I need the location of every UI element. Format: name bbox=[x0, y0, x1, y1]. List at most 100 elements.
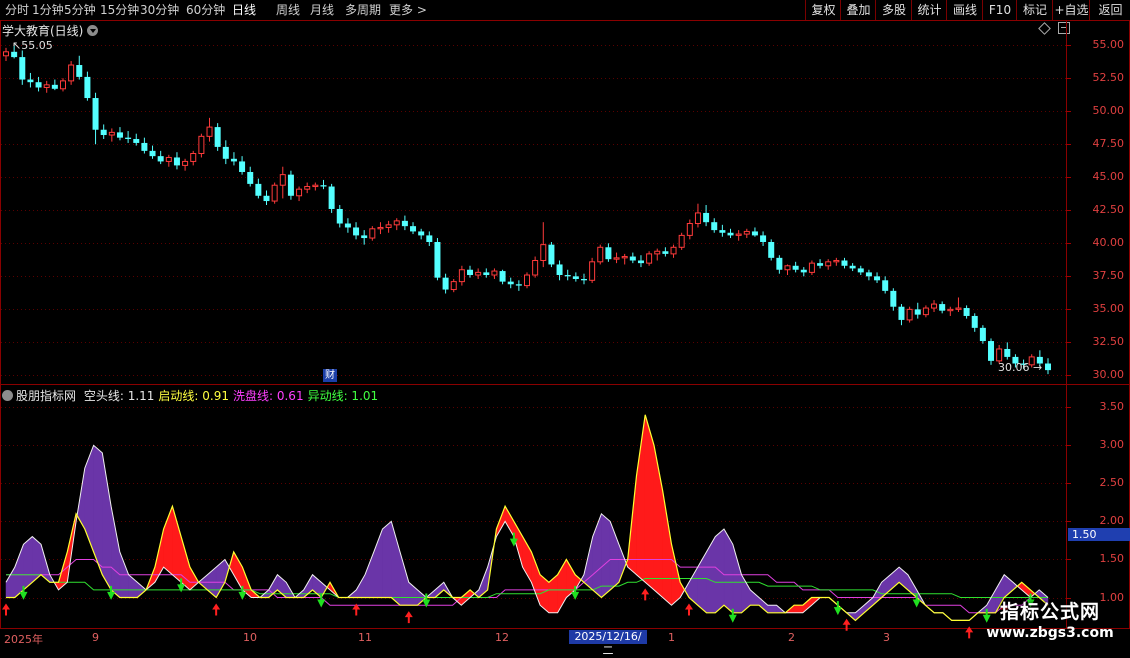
indicator-fill bbox=[40, 544, 51, 583]
period-tab-1[interactable]: 1分钟 bbox=[32, 0, 64, 20]
toolbar-button-8[interactable]: 返回 bbox=[1089, 0, 1130, 20]
candle-body-down bbox=[841, 260, 848, 266]
indicator-fill bbox=[474, 589, 480, 599]
collapse-icon[interactable] bbox=[1058, 22, 1070, 34]
candle-body-up bbox=[68, 64, 75, 82]
indicator-fill bbox=[233, 550, 243, 591]
indicator-fill bbox=[5, 566, 16, 598]
indicator-fill bbox=[425, 589, 436, 598]
indicator-fill bbox=[618, 544, 627, 583]
period-tab-4[interactable]: 30分钟 bbox=[140, 0, 179, 20]
candle-body-down bbox=[914, 309, 921, 315]
abnormal-line bbox=[6, 574, 1048, 598]
candle-body-down bbox=[401, 220, 408, 227]
diamond-icon[interactable] bbox=[1038, 22, 1051, 35]
finance-marker[interactable]: 财 bbox=[323, 369, 337, 382]
candle-body-up bbox=[279, 174, 286, 186]
period-tab-9[interactable]: 多周期 bbox=[345, 0, 381, 20]
toolbar-button-7[interactable]: +自选 bbox=[1052, 0, 1090, 20]
candle-body-up bbox=[996, 348, 1003, 362]
indicator-fill bbox=[715, 528, 725, 614]
candle-body-up bbox=[906, 308, 913, 321]
candle-body-down bbox=[287, 174, 294, 196]
chevron-down-icon[interactable] bbox=[2, 390, 13, 401]
candle-body-up bbox=[743, 230, 750, 235]
green-down-arrow bbox=[422, 593, 431, 608]
indicator-fill bbox=[180, 536, 191, 591]
indicator-fill bbox=[49, 573, 55, 583]
price-tick: 37.50 bbox=[1092, 269, 1125, 283]
candle-body-up bbox=[312, 184, 319, 188]
indicator-fill bbox=[898, 566, 909, 591]
indicator-fill bbox=[14, 544, 24, 599]
price-tick: 30.00 bbox=[1092, 368, 1125, 382]
toolbar-button-1[interactable]: 叠加 bbox=[840, 0, 876, 20]
candle-body-down bbox=[890, 290, 897, 307]
main-chart-title[interactable]: 学大教育(日线) bbox=[2, 22, 99, 39]
candle-body-down bbox=[882, 280, 889, 291]
indicator-fill bbox=[58, 551, 68, 591]
period-tab-3[interactable]: 15分钟 bbox=[100, 0, 139, 20]
candle-body-up bbox=[182, 160, 189, 166]
candle-body-down bbox=[214, 127, 221, 147]
toolbar-button-0[interactable]: 复权 bbox=[805, 0, 841, 20]
candle-body-up bbox=[271, 184, 278, 202]
candle-body-up bbox=[808, 262, 815, 273]
indicator-title[interactable]: 股朋指标网 空头线: 1.11 启动线: 0.91 洗盘线: 0.61 异动线: 1.… bbox=[2, 387, 386, 404]
candle-body-down bbox=[507, 281, 514, 285]
period-tab-7[interactable]: 周线 bbox=[276, 0, 300, 20]
period-tab-8[interactable]: 月线 bbox=[310, 0, 334, 20]
toolbar-button-3[interactable]: 统计 bbox=[911, 0, 947, 20]
indicator-fill bbox=[461, 589, 471, 606]
candle-body-down bbox=[426, 235, 433, 242]
indicator-fill bbox=[580, 573, 585, 583]
indicator-fill bbox=[207, 566, 217, 599]
green-down-arrow bbox=[509, 532, 518, 547]
candle-body-up bbox=[59, 80, 66, 90]
period-tab-5[interactable]: 60分钟 bbox=[186, 0, 225, 20]
indicator-fill bbox=[326, 581, 331, 591]
green-down-arrow bbox=[833, 601, 842, 616]
indicator-fill bbox=[845, 612, 856, 621]
indicator-fill bbox=[294, 589, 304, 598]
candle-body-down bbox=[149, 150, 156, 157]
indicator-fill bbox=[539, 574, 550, 614]
candle-body-down bbox=[629, 256, 636, 261]
period-tab-6[interactable]: 日线 bbox=[232, 0, 256, 20]
indicator-fill bbox=[154, 528, 164, 584]
candle-body-down bbox=[133, 138, 140, 143]
green-down-arrow bbox=[728, 608, 737, 623]
candle-body-down bbox=[800, 269, 807, 273]
indicator-fill bbox=[688, 566, 698, 606]
candle-body-down bbox=[874, 276, 881, 281]
chevron-down-icon[interactable] bbox=[87, 25, 99, 36]
candle-body-up bbox=[540, 244, 547, 261]
date-label: 3 bbox=[883, 631, 890, 644]
indicator-fill bbox=[198, 574, 208, 591]
toolbar-button-6[interactable]: 标记 bbox=[1016, 0, 1053, 20]
indicator-name: 股朋指标网 bbox=[16, 389, 77, 403]
candle-body-down bbox=[418, 231, 425, 236]
toolbar-button-4[interactable]: 画线 bbox=[946, 0, 983, 20]
period-tab-0[interactable]: 分时 bbox=[5, 0, 29, 20]
candle-body-down bbox=[939, 304, 946, 311]
toolbar-button-5[interactable]: F10 bbox=[982, 0, 1017, 20]
period-tab-2[interactable]: 5分钟 bbox=[64, 0, 96, 20]
period-tab-10[interactable]: 更多 > bbox=[389, 0, 427, 20]
candle-body-down bbox=[637, 260, 644, 264]
candle-body-down bbox=[979, 327, 986, 342]
candle-body-down bbox=[719, 230, 726, 233]
wash-line bbox=[6, 559, 1048, 614]
candle-body-down bbox=[434, 242, 441, 278]
candle-body-down bbox=[988, 341, 995, 361]
candle-body-down bbox=[100, 129, 107, 136]
indicator-tick: 3.50 bbox=[1099, 400, 1125, 414]
indicator-fill bbox=[434, 581, 445, 599]
indicator-fill bbox=[320, 581, 328, 599]
candle-body-up bbox=[198, 135, 205, 155]
toolbar-button-2[interactable]: 多股 bbox=[875, 0, 912, 20]
candle-body-up bbox=[491, 270, 498, 276]
indicator-fill bbox=[312, 574, 322, 599]
candle-body-up bbox=[393, 220, 400, 226]
indicator-fill bbox=[881, 574, 891, 599]
